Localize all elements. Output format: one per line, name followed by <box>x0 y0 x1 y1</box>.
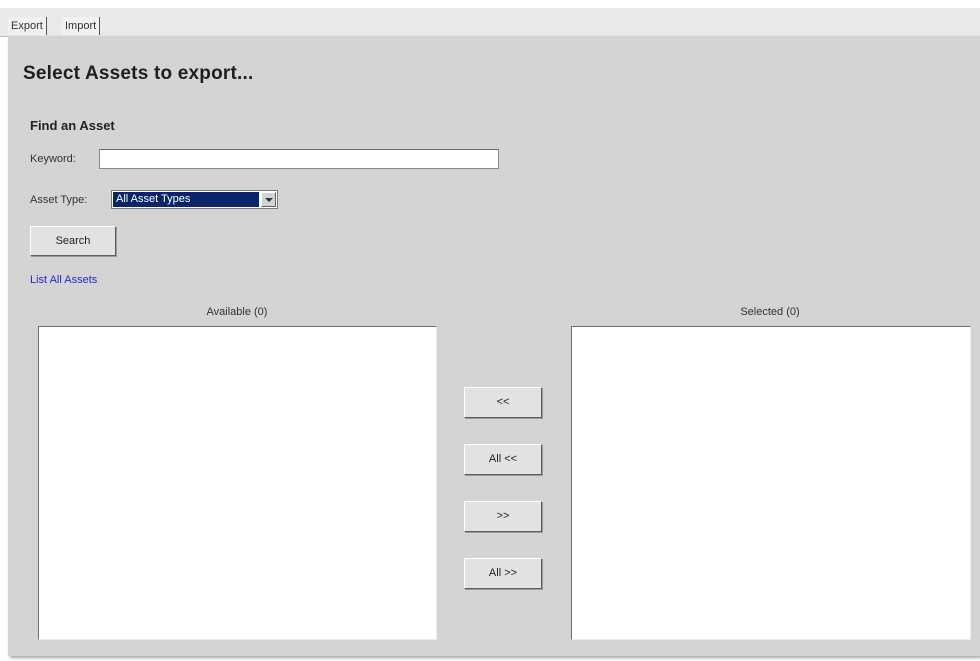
selected-assets-list[interactable] <box>571 326 971 640</box>
available-assets-list[interactable] <box>38 326 437 640</box>
export-import-window: Export Import Select Assets to export...… <box>0 0 980 661</box>
chevron-down-icon[interactable] <box>261 192 276 207</box>
available-list-header: Available (0) <box>206 306 268 318</box>
list-all-assets-link[interactable]: List All Assets <box>30 274 97 286</box>
asset-type-selected-value: All Asset Types <box>113 192 259 207</box>
tab-import[interactable]: Import <box>62 17 101 35</box>
keyword-label: Keyword: <box>30 153 76 165</box>
asset-type-select[interactable]: All Asset Types <box>111 190 278 209</box>
selected-list-header: Selected (0) <box>740 306 800 318</box>
search-button[interactable]: Search <box>30 226 116 256</box>
page-title: Select Assets to export... <box>23 63 254 84</box>
keyword-input[interactable] <box>99 149 499 169</box>
export-panel: Select Assets to export... Find an Asset… <box>8 36 980 656</box>
tab-export[interactable]: Export <box>8 17 47 35</box>
remove-all-button[interactable]: All << <box>464 444 542 475</box>
tab-strip: Export Import <box>0 8 980 37</box>
find-asset-heading: Find an Asset <box>30 118 115 133</box>
asset-type-label: Asset Type: <box>30 194 88 206</box>
remove-button[interactable]: << <box>464 387 542 418</box>
add-button[interactable]: >> <box>464 501 542 532</box>
add-all-button[interactable]: All >> <box>464 558 542 589</box>
